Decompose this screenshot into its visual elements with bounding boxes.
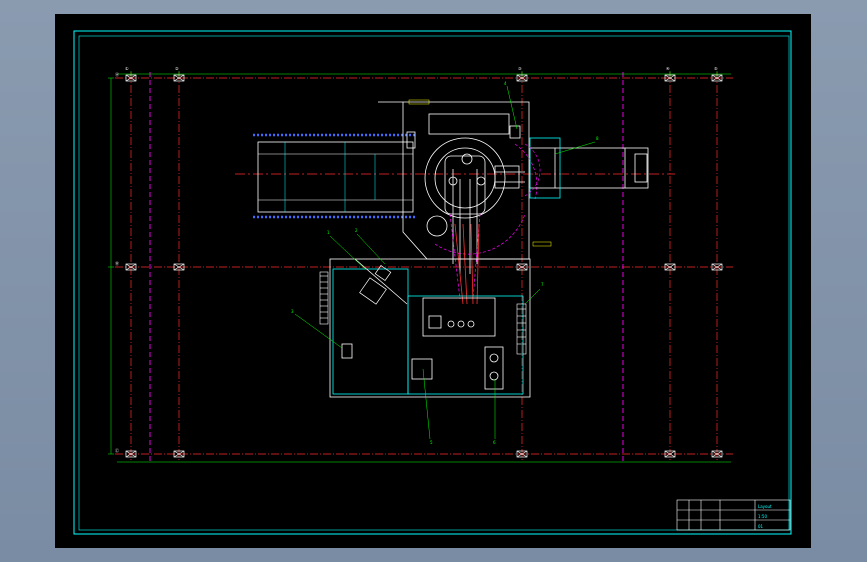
callout-3: 3 bbox=[291, 309, 294, 314]
callout-6: 6 bbox=[493, 440, 496, 445]
packing-machine bbox=[329, 258, 531, 398]
label-applicator bbox=[354, 258, 408, 305]
grid-label-row-c: Ⓒ bbox=[115, 447, 119, 453]
grid-label-col-3: ③ bbox=[518, 66, 522, 71]
callout-5: 5 bbox=[430, 440, 433, 445]
grid-label-col-2: ② bbox=[175, 66, 179, 71]
grid-label-col-1: ① bbox=[125, 66, 129, 71]
callout-7: 7 bbox=[541, 282, 544, 287]
outfeed-conveyor bbox=[529, 137, 649, 199]
grid-label-row-a: Ⓐ bbox=[115, 71, 119, 77]
title-block bbox=[676, 499, 791, 531]
callout-2: 2 bbox=[355, 228, 358, 233]
title-drawing-name: Layout bbox=[758, 504, 772, 509]
tag-box-2 bbox=[532, 241, 552, 247]
infeed-conveyor bbox=[253, 133, 417, 219]
callout-1: 1 bbox=[327, 230, 330, 235]
title-scale: 1:50 bbox=[758, 514, 767, 519]
callout-4: 4 bbox=[504, 81, 507, 86]
grid-label-row-b: Ⓑ bbox=[115, 260, 119, 266]
column-bases bbox=[125, 74, 723, 458]
cad-viewport[interactable]: ① ② ③ ④ ⑤ Ⓐ Ⓑ Ⓒ 1 2 3 4 5 6 7 8 Layout 1… bbox=[55, 14, 811, 548]
title-sheet: 01 bbox=[758, 524, 764, 529]
cad-drawing: ① ② ③ ④ ⑤ Ⓐ Ⓑ Ⓒ 1 2 3 4 5 6 7 8 Layout 1… bbox=[73, 30, 792, 535]
row-axes bbox=[115, 77, 733, 455]
grid-label-col-4: ④ bbox=[666, 66, 670, 71]
dimension-lines bbox=[110, 73, 731, 463]
leader-lines bbox=[294, 85, 596, 440]
outer-frame bbox=[73, 30, 792, 535]
inner-frame bbox=[78, 35, 790, 531]
robot-cell bbox=[378, 101, 530, 260]
robot-reach bbox=[434, 143, 538, 300]
callout-8: 8 bbox=[596, 136, 599, 141]
dimension-ticks bbox=[108, 71, 718, 455]
grid-label-col-5: ⑤ bbox=[714, 66, 718, 71]
robot-gripper-hoses bbox=[454, 223, 480, 305]
